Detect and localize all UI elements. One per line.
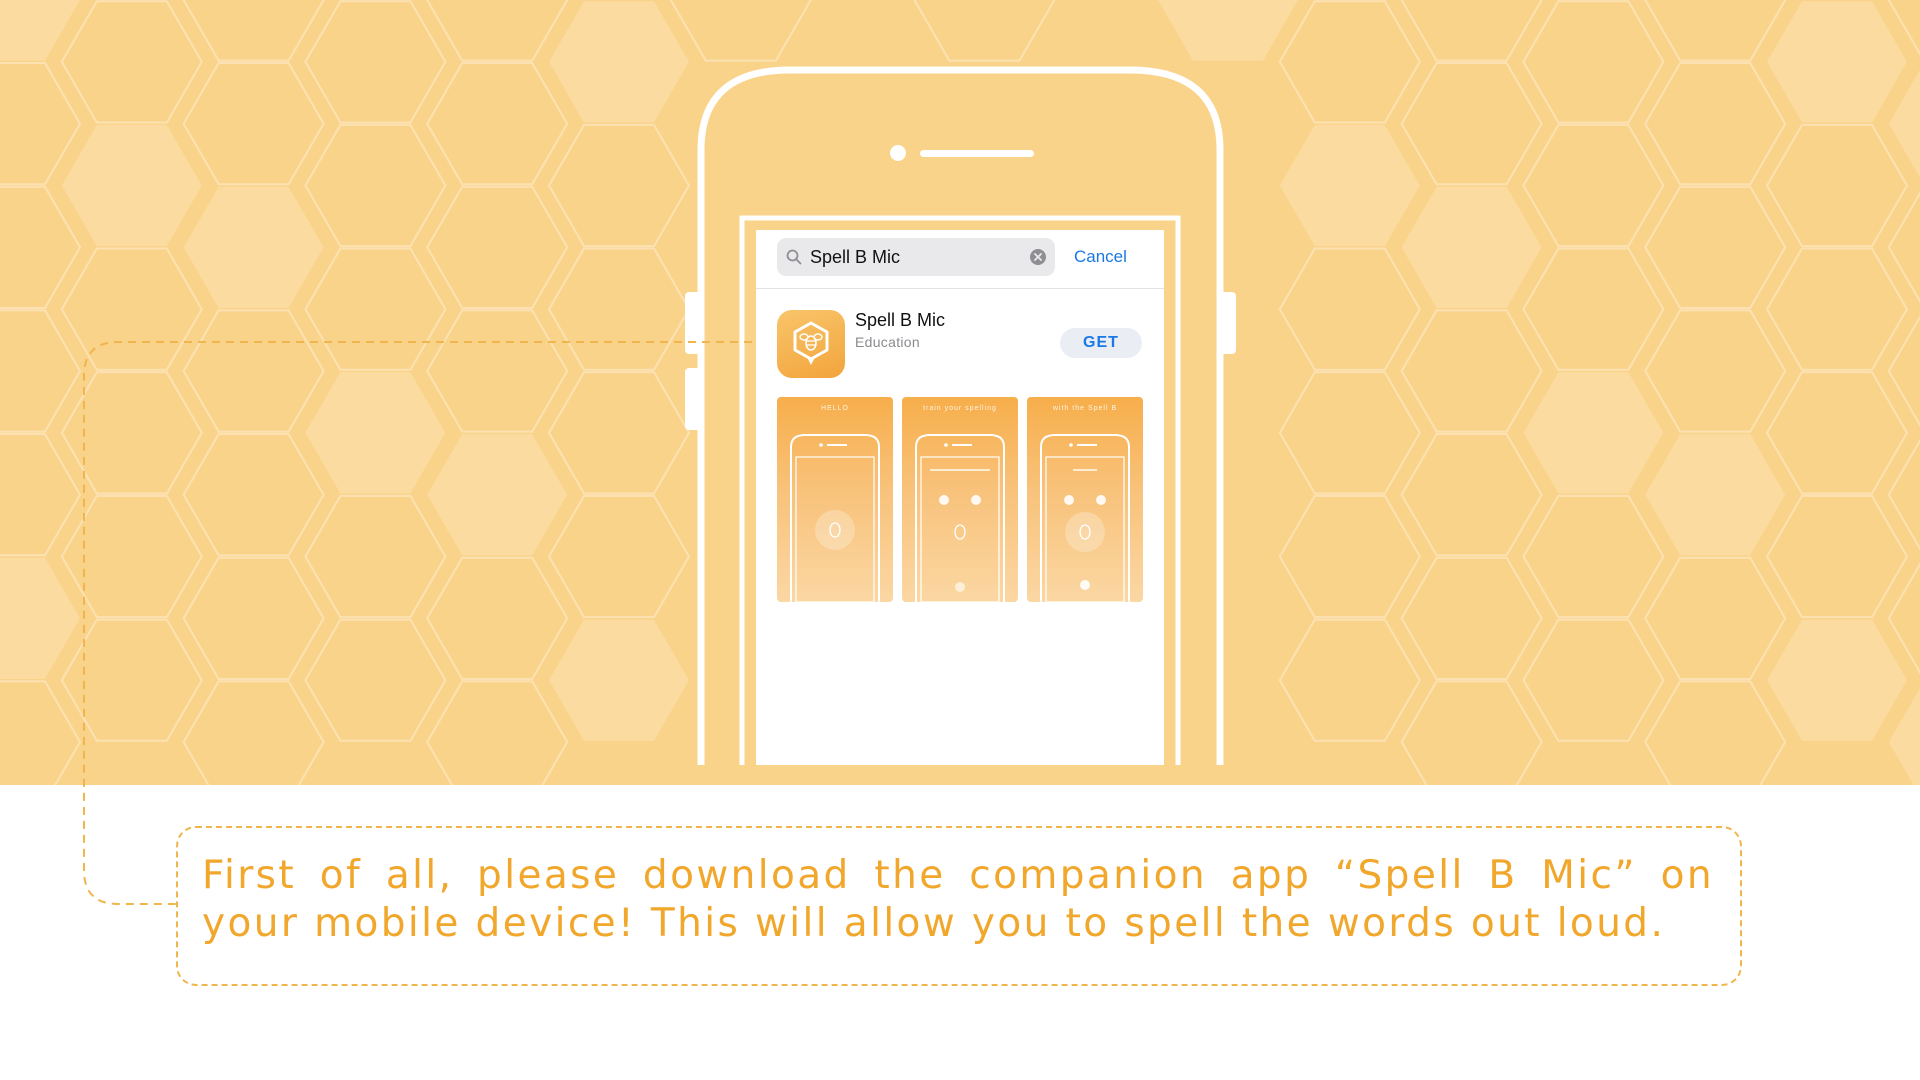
app-store-screen: Spell B Mic Cancel Spell B Mic Education… bbox=[756, 230, 1164, 765]
app-screenshot-1[interactable]: HELLO bbox=[777, 397, 893, 602]
phone-side-button-bottom bbox=[685, 368, 701, 430]
app-screenshot-3[interactable]: with the Spell B bbox=[1027, 397, 1143, 602]
divider bbox=[756, 288, 1164, 289]
phone-side-button-top bbox=[685, 292, 701, 354]
phone-power-button bbox=[1220, 292, 1236, 354]
mini-phone-illustration bbox=[915, 434, 1005, 602]
app-category: Education bbox=[855, 334, 920, 350]
search-input[interactable]: Spell B Mic bbox=[777, 238, 1055, 276]
app-name[interactable]: Spell B Mic bbox=[855, 310, 945, 331]
search-icon bbox=[786, 249, 802, 265]
mini-phone-illustration bbox=[790, 434, 880, 602]
mini-phone-illustration bbox=[1040, 434, 1130, 602]
instruction-text: First of all, please download the compan… bbox=[202, 853, 1714, 946]
instruction-callout: First of all, please download the compan… bbox=[176, 826, 1742, 986]
cancel-button[interactable]: Cancel bbox=[1074, 238, 1127, 276]
phone-camera bbox=[890, 145, 906, 161]
app-icon[interactable] bbox=[777, 310, 845, 378]
bee-icon bbox=[793, 321, 829, 365]
app-screenshot-2[interactable]: train your spelling bbox=[902, 397, 1018, 602]
clear-icon[interactable] bbox=[1029, 248, 1047, 266]
phone-speaker bbox=[920, 150, 1034, 157]
get-button[interactable]: GET bbox=[1060, 328, 1142, 358]
search-query: Spell B Mic bbox=[810, 247, 901, 267]
